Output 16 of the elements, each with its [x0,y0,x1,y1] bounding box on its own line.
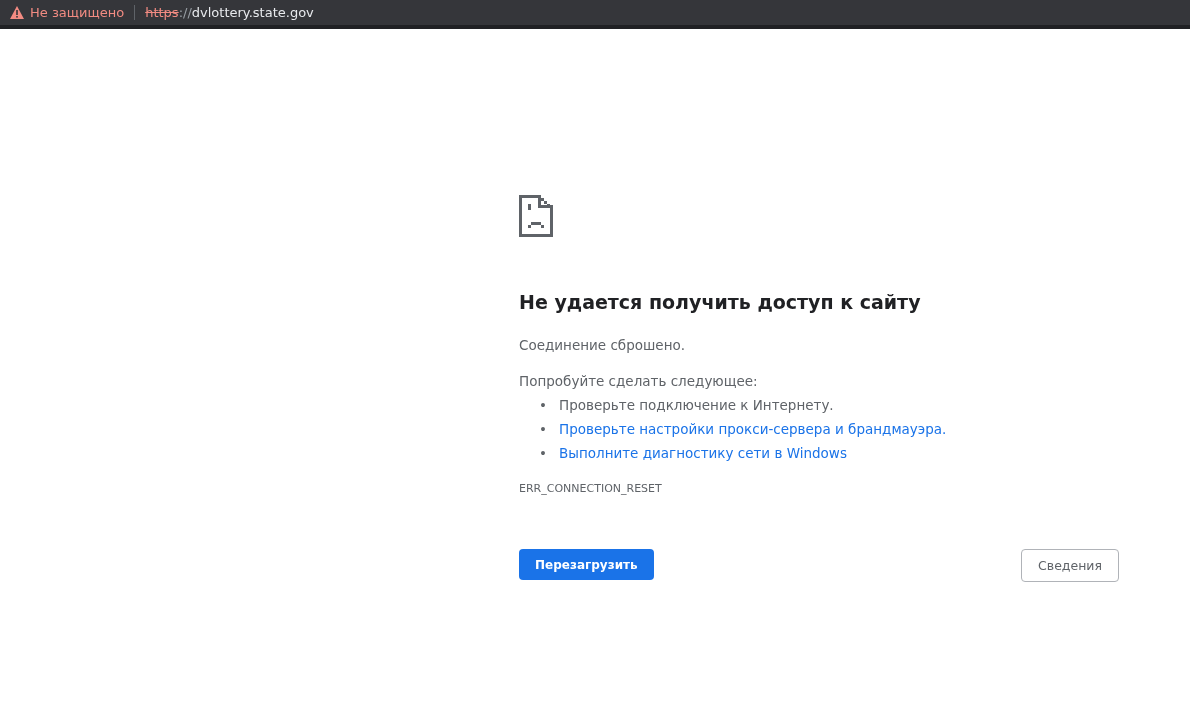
error-title: Не удается получить доступ к сайту [519,291,922,313]
suggestion-text: Проверьте подключение к Интернету. [559,396,834,415]
suggestion-link[interactable]: Выполните диагностику сети в Windows [559,441,847,465]
details-button[interactable]: Сведения [1021,549,1119,582]
error-code: ERR_CONNECTION_RESET [519,482,663,495]
sad-page-icon [519,195,553,237]
suggestions-heading: Попробуйте сделать следующее: [519,373,759,389]
bullet: • [539,444,547,463]
security-label[interactable]: Не защищено [30,5,125,20]
reload-button[interactable]: Перезагрузить [519,549,654,580]
bullet: • [539,396,547,415]
url-text[interactable]: https://dvlottery.state.gov [145,5,314,20]
error-message: Соединение сброшено. [519,337,687,353]
warning-icon[interactable] [10,6,24,19]
bullet: • [539,420,547,439]
suggestion-link[interactable]: Проверьте настройки прокси-сервера и брандмауэра. [559,417,947,441]
